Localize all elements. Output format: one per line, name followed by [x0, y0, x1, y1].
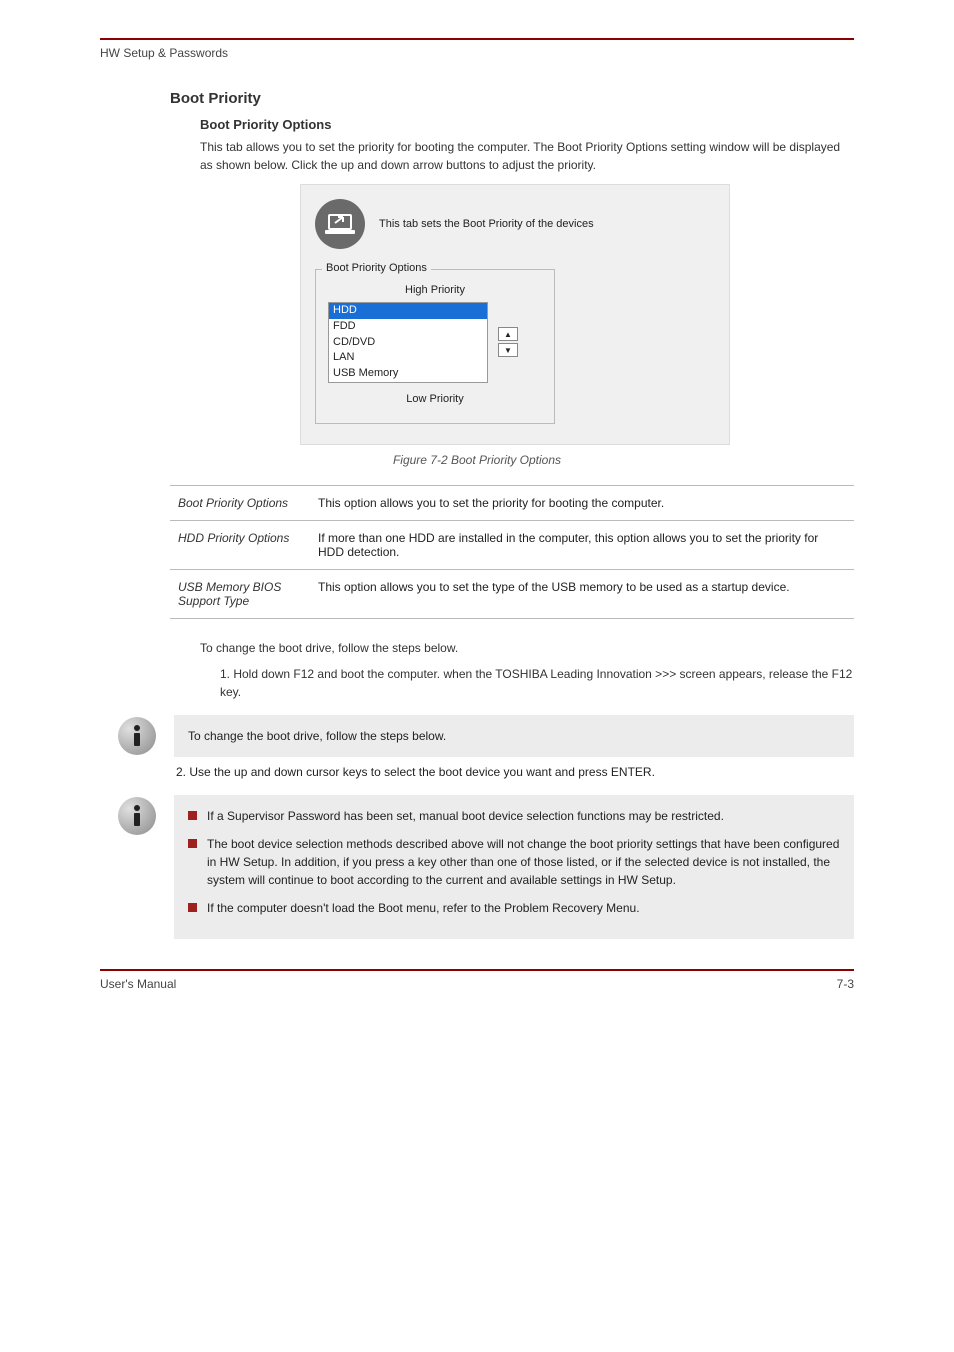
bullet-item: If the computer doesn't load the Boot me…	[188, 899, 840, 917]
bullet-square-icon	[188, 811, 197, 820]
screenshot-panel: This tab sets the Boot Priority of the d…	[300, 184, 730, 445]
table-cell-left: HDD Priority Options	[170, 520, 310, 569]
bottom-rule	[100, 969, 854, 971]
section-title: Boot Priority	[170, 90, 854, 107]
top-rule	[100, 38, 854, 40]
table-row: USB Memory BIOS Support Type This option…	[170, 569, 854, 618]
table-cell-right: This option allows you to set the priori…	[310, 485, 854, 520]
info-icon	[118, 717, 156, 755]
info-block-1: To change the boot drive, follow the ste…	[118, 715, 854, 757]
screenshot-caption: This tab sets the Boot Priority of the d…	[379, 218, 594, 230]
info-body-2: If a Supervisor Password has been set, m…	[174, 795, 854, 939]
boot-priority-fieldset: Boot Priority Options High Priority HDD …	[315, 269, 555, 424]
footer-right: 7-3	[837, 977, 854, 991]
list-item[interactable]: USB Memory	[329, 366, 487, 382]
table-cell-right: This option allows you to set the type o…	[310, 569, 854, 618]
boot-priority-listbox[interactable]: HDD FDD CD/DVD LAN USB Memory	[328, 302, 488, 383]
subsection-body: This tab allows you to set the priority …	[200, 138, 854, 174]
subsection-title: Boot Priority Options	[200, 117, 854, 132]
bullet-text: If a Supervisor Password has been set, m…	[207, 807, 724, 825]
page-header: HW Setup & Passwords	[100, 46, 854, 60]
list-item[interactable]: HDD	[329, 303, 487, 319]
list-item[interactable]: CD/DVD	[329, 335, 487, 351]
options-table: Boot Priority Options This option allows…	[170, 485, 854, 619]
table-cell-left: Boot Priority Options	[170, 485, 310, 520]
figure-caption: Figure 7-2 Boot Priority Options	[100, 453, 854, 467]
step-2: 2. Use the up and down cursor keys to se…	[176, 763, 854, 781]
page-footer: User's Manual 7-3	[100, 977, 854, 991]
bullet-item: The boot device selection methods descri…	[188, 835, 840, 889]
bullet-item: If a Supervisor Password has been set, m…	[188, 807, 840, 825]
bullet-square-icon	[188, 903, 197, 912]
priority-down-button[interactable]: ▼	[498, 343, 518, 357]
laptop-icon	[315, 199, 365, 249]
list-item[interactable]: LAN	[329, 350, 487, 366]
footer-left: User's Manual	[100, 977, 176, 991]
table-row: HDD Priority Options If more than one HD…	[170, 520, 854, 569]
bullet-square-icon	[188, 839, 197, 848]
fieldset-legend: Boot Priority Options	[322, 262, 431, 274]
priority-up-button[interactable]: ▲	[498, 327, 518, 341]
bullet-text: If the computer doesn't load the Boot me…	[207, 899, 640, 917]
step-1: 1. Hold down F12 and boot the computer. …	[220, 665, 854, 701]
override-intro: To change the boot drive, follow the ste…	[200, 639, 854, 657]
table-cell-left: USB Memory BIOS Support Type	[170, 569, 310, 618]
table-row: Boot Priority Options This option allows…	[170, 485, 854, 520]
info-block-2: If a Supervisor Password has been set, m…	[118, 795, 854, 939]
info-body-1: To change the boot drive, follow the ste…	[174, 715, 854, 757]
priority-spinner: ▲ ▼	[498, 327, 518, 357]
low-priority-label: Low Priority	[328, 393, 542, 405]
table-cell-right: If more than one HDD are installed in th…	[310, 520, 854, 569]
list-item[interactable]: FDD	[329, 319, 487, 335]
bullet-text: The boot device selection methods descri…	[207, 835, 840, 889]
info-icon	[118, 797, 156, 835]
high-priority-label: High Priority	[328, 284, 542, 296]
header-left: HW Setup & Passwords	[100, 46, 228, 60]
